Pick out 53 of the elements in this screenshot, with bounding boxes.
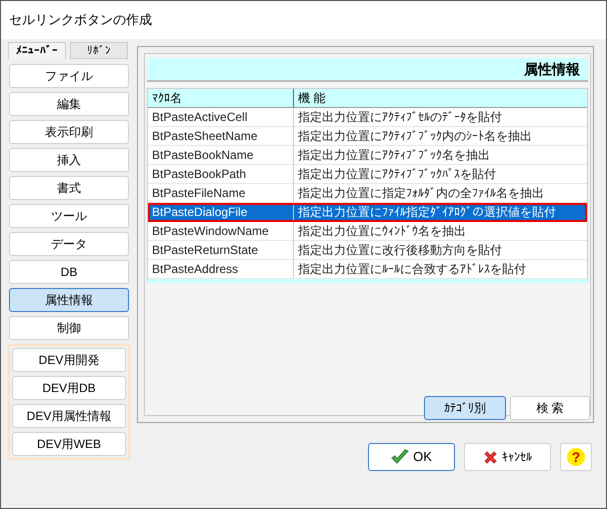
category-button[interactable]: 表示印刷 xyxy=(9,120,129,144)
table-cell: BtPasteDialogFile xyxy=(148,203,294,222)
table-cell-text: 指定出力位置に改行後移動方向を貼付 xyxy=(297,242,503,259)
category-button[interactable]: DB xyxy=(9,260,129,284)
table-row[interactable]: BtPasteSheetName 指定出力位置にｱｸﾃｨﾌﾞﾌﾞｯｸ内のｼｰﾄ名を抽出 xyxy=(148,127,587,146)
table-row[interactable]: BtPasteBookPath 指定出力位置にｱｸﾃｨﾌﾞﾌﾞｯｸﾊﾟｽを貼付 xyxy=(148,165,587,184)
category-button[interactable]: 制御 xyxy=(9,316,129,340)
table-cell-text: 指定出力位置にｱｸﾃｨﾌﾞﾌﾞｯｸ内のｼｰﾄ名を抽出 xyxy=(297,128,533,145)
table-cell: BtPasteWindowName xyxy=(148,222,294,240)
category-button[interactable]: DEV用開発 xyxy=(12,348,126,372)
table-cell-text: 指定出力位置にﾙｰﾙに合致するｱﾄﾞﾚｽを貼付 xyxy=(297,261,527,278)
category-button[interactable]: ツール xyxy=(9,204,129,228)
ok-button[interactable]: OK xyxy=(368,443,455,471)
table-cell: BtPasteFileName xyxy=(148,184,294,202)
category-button[interactable]: データ xyxy=(9,232,129,256)
category-button[interactable]: 編集 xyxy=(9,92,129,116)
table-cell: BtPasteSheetName xyxy=(148,127,294,145)
category-button[interactable]: DEV用属性情報 xyxy=(12,404,126,428)
panel-header: 属性情報 xyxy=(524,60,580,78)
table-cell: BtPasteBookPath xyxy=(148,165,294,183)
menu-tab[interactable]: ﾘﾎﾞﾝ xyxy=(70,42,128,59)
table-cell-text: 指定出力位置にｳｨﾝﾄﾞｳ名を抽出 xyxy=(297,223,467,240)
table-cell: BtPasteReturnState xyxy=(148,241,294,259)
category-button[interactable]: 挿入 xyxy=(9,148,129,172)
view-tab[interactable]: ｶﾃｺﾞﾘ別 xyxy=(424,396,506,420)
table-cell-text: 指定出力位置に指定ﾌｫﾙﾀﾞ内の全ﾌｧｲﾙ名を抽出 xyxy=(297,185,545,202)
table-cell-text: 指定出力位置にｱｸﾃｨﾌﾞｾﾙのﾃﾞｰﾀを貼付 xyxy=(297,109,503,126)
table-row[interactable]: BtPasteAddress 指定出力位置にﾙｰﾙに合致するｱﾄﾞﾚｽを貼付 xyxy=(148,260,587,279)
table-cell: BtPasteAddress xyxy=(148,260,294,278)
column-header: 機 能 xyxy=(297,90,326,107)
category-button[interactable]: DEV用DB xyxy=(12,376,126,400)
table-cell-text: 指定出力位置にｱｸﾃｨﾌﾞﾌﾞｯｸ名を抽出 xyxy=(297,147,491,164)
table-cell: BtPasteBookName xyxy=(148,146,294,164)
category-button[interactable]: DEV用WEB xyxy=(12,432,126,456)
close-icon xyxy=(483,450,498,464)
column-header: ﾏｸﾛ名 xyxy=(148,89,294,107)
menu-tab[interactable]: ﾒﾆｭｰﾊﾞｰ xyxy=(8,42,66,59)
table-cell: BtPasteActiveCell xyxy=(148,108,294,126)
table-cell-text: 指定出力位置にﾌｧｲﾙ指定ﾀﾞｲｱﾛｸﾞの選択値を貼付 xyxy=(297,204,557,221)
help-button[interactable]: ? xyxy=(560,443,592,471)
table-row[interactable]: BtPasteDialogFile 指定出力位置にﾌｧｲﾙ指定ﾀﾞｲｱﾛｸﾞの選択値を貼付 xyxy=(148,203,587,222)
category-button[interactable]: 属性情報 xyxy=(9,288,129,312)
check-icon xyxy=(391,449,410,465)
cancel-button[interactable]: ｷｬﾝｾﾙ xyxy=(464,443,551,471)
table-row[interactable]: BtPasteActiveCell 指定出力位置にｱｸﾃｨﾌﾞｾﾙのﾃﾞｰﾀを貼付 xyxy=(148,108,587,127)
window-title: セルリンクボタンの作成 xyxy=(9,11,152,30)
view-tab[interactable]: 検 索 xyxy=(510,396,590,420)
table-cell-text: 指定出力位置にｱｸﾃｨﾌﾞﾌﾞｯｸﾊﾟｽを貼付 xyxy=(297,166,497,183)
category-button[interactable]: ファイル xyxy=(9,64,129,88)
table-row[interactable]: BtPasteBookName 指定出力位置にｱｸﾃｨﾌﾞﾌﾞｯｸ名を抽出 xyxy=(148,146,587,165)
table-row[interactable]: BtPasteWindowName 指定出力位置にｳｨﾝﾄﾞｳ名を抽出 xyxy=(148,222,587,241)
category-button[interactable]: 書式 xyxy=(9,176,129,200)
table-row[interactable]: BtPasteReturnState 指定出力位置に改行後移動方向を貼付 xyxy=(148,241,587,260)
